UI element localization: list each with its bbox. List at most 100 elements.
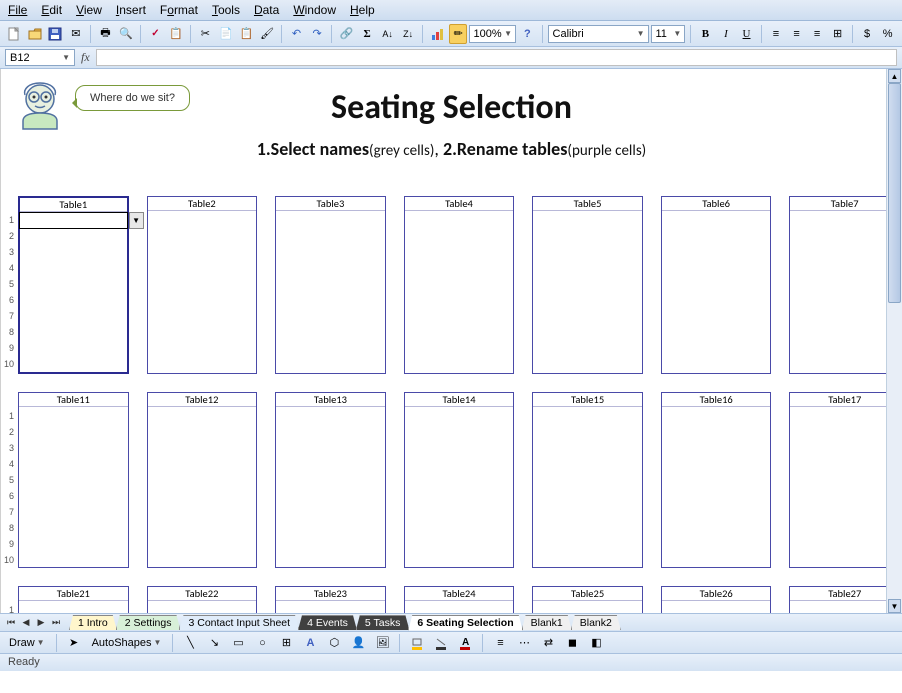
font-color-icon[interactable]: A <box>455 633 475 653</box>
autoshapes-menu[interactable]: AutoShapes▼ <box>88 636 166 650</box>
tab-blank1[interactable]: Blank1 <box>522 615 572 630</box>
tab-intro[interactable]: 1 Intro <box>69 615 117 630</box>
oval-icon[interactable]: ○ <box>252 633 272 653</box>
tab-next-icon[interactable]: ▶ <box>34 616 48 630</box>
tab-events[interactable]: 4 Events <box>298 615 357 630</box>
cut-icon[interactable]: ✂ <box>196 24 215 44</box>
menu-edit[interactable]: Edit <box>41 3 62 17</box>
mail-icon[interactable]: ✉ <box>67 24 86 44</box>
table-header[interactable]: Table26 <box>662 587 771 601</box>
align-center-icon[interactable]: ≡ <box>787 24 806 44</box>
table-block[interactable]: Table7 <box>789 196 900 374</box>
rectangle-icon[interactable]: ▭ <box>228 633 248 653</box>
arrow-style-icon[interactable]: ⇄ <box>538 633 558 653</box>
sort-asc-icon[interactable]: A↓ <box>378 24 397 44</box>
menu-tools[interactable]: Tools <box>212 3 240 17</box>
table-header[interactable]: Table7 <box>790 197 899 211</box>
undo-icon[interactable]: ↶ <box>287 24 306 44</box>
worksheet-area[interactable]: Where do we sit? Seating Selection 1.Sel… <box>0 69 902 613</box>
menu-insert[interactable]: Insert <box>116 3 146 17</box>
scroll-down-icon[interactable]: ▼ <box>888 599 901 613</box>
table-header[interactable]: Table23 <box>276 587 385 601</box>
sort-desc-icon[interactable]: Z↓ <box>399 24 418 44</box>
table-block[interactable]: Table21 <box>18 586 129 613</box>
table-block[interactable]: Table27 <box>789 586 900 613</box>
menu-help[interactable]: Help <box>350 3 375 17</box>
table-header[interactable]: Table1 <box>20 198 127 212</box>
font-select[interactable]: Calibri▼ <box>548 25 650 43</box>
percent-icon[interactable]: % <box>878 24 897 44</box>
shadow-icon[interactable]: ◼ <box>562 633 582 653</box>
table-block[interactable]: Table2 <box>147 196 258 374</box>
dash-style-icon[interactable]: ⋯ <box>514 633 534 653</box>
table-block[interactable]: Table25 <box>532 586 643 613</box>
line-style-icon[interactable]: ≡ <box>490 633 510 653</box>
formula-bar[interactable] <box>96 49 897 66</box>
table-block[interactable]: Table11 <box>18 392 129 568</box>
picture-icon[interactable]: 🖼 <box>372 633 392 653</box>
underline-icon[interactable]: U <box>737 24 756 44</box>
table-header[interactable]: Table11 <box>19 393 128 407</box>
table-block[interactable]: Table6 <box>661 196 772 374</box>
help-icon[interactable]: ? <box>518 24 537 44</box>
arrow-icon[interactable]: ↘ <box>204 633 224 653</box>
table-block[interactable]: Table22 <box>147 586 258 613</box>
table-header[interactable]: Table4 <box>405 197 514 211</box>
table-header[interactable]: Table27 <box>790 587 899 601</box>
table-block[interactable]: Table3 <box>275 196 386 374</box>
table-block[interactable]: Table5 <box>532 196 643 374</box>
table-header[interactable]: Table2 <box>148 197 257 211</box>
line-color-icon[interactable] <box>431 633 451 653</box>
spell-icon[interactable]: ✓ <box>146 24 165 44</box>
table-header[interactable]: Table13 <box>276 393 385 407</box>
print-icon[interactable]: 🖶 <box>96 24 115 44</box>
menu-data[interactable]: Data <box>254 3 279 17</box>
redo-icon[interactable]: ↷ <box>308 24 327 44</box>
menu-format[interactable]: Format <box>160 3 198 17</box>
open-icon[interactable] <box>26 24 45 44</box>
zoom-select[interactable]: 100%▼ <box>469 25 516 43</box>
name-box[interactable]: B12▼ <box>5 49 75 66</box>
menu-view[interactable]: View <box>76 3 102 17</box>
table-block[interactable]: Table12 <box>147 392 258 568</box>
table-header[interactable]: Table24 <box>405 587 514 601</box>
paste-icon[interactable]: 📋 <box>237 24 256 44</box>
table-block[interactable]: Table13 <box>275 392 386 568</box>
vertical-scrollbar[interactable]: ▲ ▼ <box>886 69 902 613</box>
scroll-thumb[interactable] <box>888 83 901 303</box>
table-header[interactable]: Table6 <box>662 197 771 211</box>
tab-last-icon[interactable]: ⏭ <box>49 616 63 630</box>
table-block[interactable]: Table4 <box>404 196 515 374</box>
align-left-icon[interactable]: ≡ <box>767 24 786 44</box>
dropdown-arrow-icon[interactable]: ▼ <box>129 212 144 229</box>
table-block[interactable]: Table26 <box>661 586 772 613</box>
drawing-icon[interactable]: ✏ <box>449 24 468 44</box>
chart-icon[interactable] <box>428 24 447 44</box>
textbox-icon[interactable]: ⊞ <box>276 633 296 653</box>
font-size-select[interactable]: 11▼ <box>651 25 685 43</box>
table-header[interactable]: Table5 <box>533 197 642 211</box>
autosum-icon[interactable]: Σ <box>358 24 377 44</box>
menu-file[interactable]: File <box>8 3 27 17</box>
tab-seating[interactable]: 6 Seating Selection <box>408 615 522 631</box>
3d-icon[interactable]: ◧ <box>586 633 606 653</box>
table-header[interactable]: Table16 <box>662 393 771 407</box>
tab-first-icon[interactable]: ⏮ <box>4 616 18 630</box>
tab-contact[interactable]: 3 Contact Input Sheet <box>179 615 299 630</box>
merge-icon[interactable]: ⊞ <box>828 24 847 44</box>
table-block[interactable]: Table15 <box>532 392 643 568</box>
table-header[interactable]: Table17 <box>790 393 899 407</box>
clipart-icon[interactable]: 👤 <box>348 633 368 653</box>
copy-icon[interactable]: 📄 <box>217 24 236 44</box>
save-icon[interactable] <box>46 24 65 44</box>
table-block[interactable]: Table23 <box>275 586 386 613</box>
tab-blank2[interactable]: Blank2 <box>571 615 621 630</box>
research-icon[interactable]: 📋 <box>167 24 186 44</box>
fill-color-icon[interactable] <box>407 633 427 653</box>
bold-icon[interactable]: B <box>696 24 715 44</box>
fx-icon[interactable]: fx <box>81 50 90 65</box>
new-icon[interactable] <box>5 24 24 44</box>
italic-icon[interactable]: I <box>717 24 736 44</box>
menu-window[interactable]: Window <box>293 3 336 17</box>
selected-cell[interactable] <box>19 212 128 229</box>
